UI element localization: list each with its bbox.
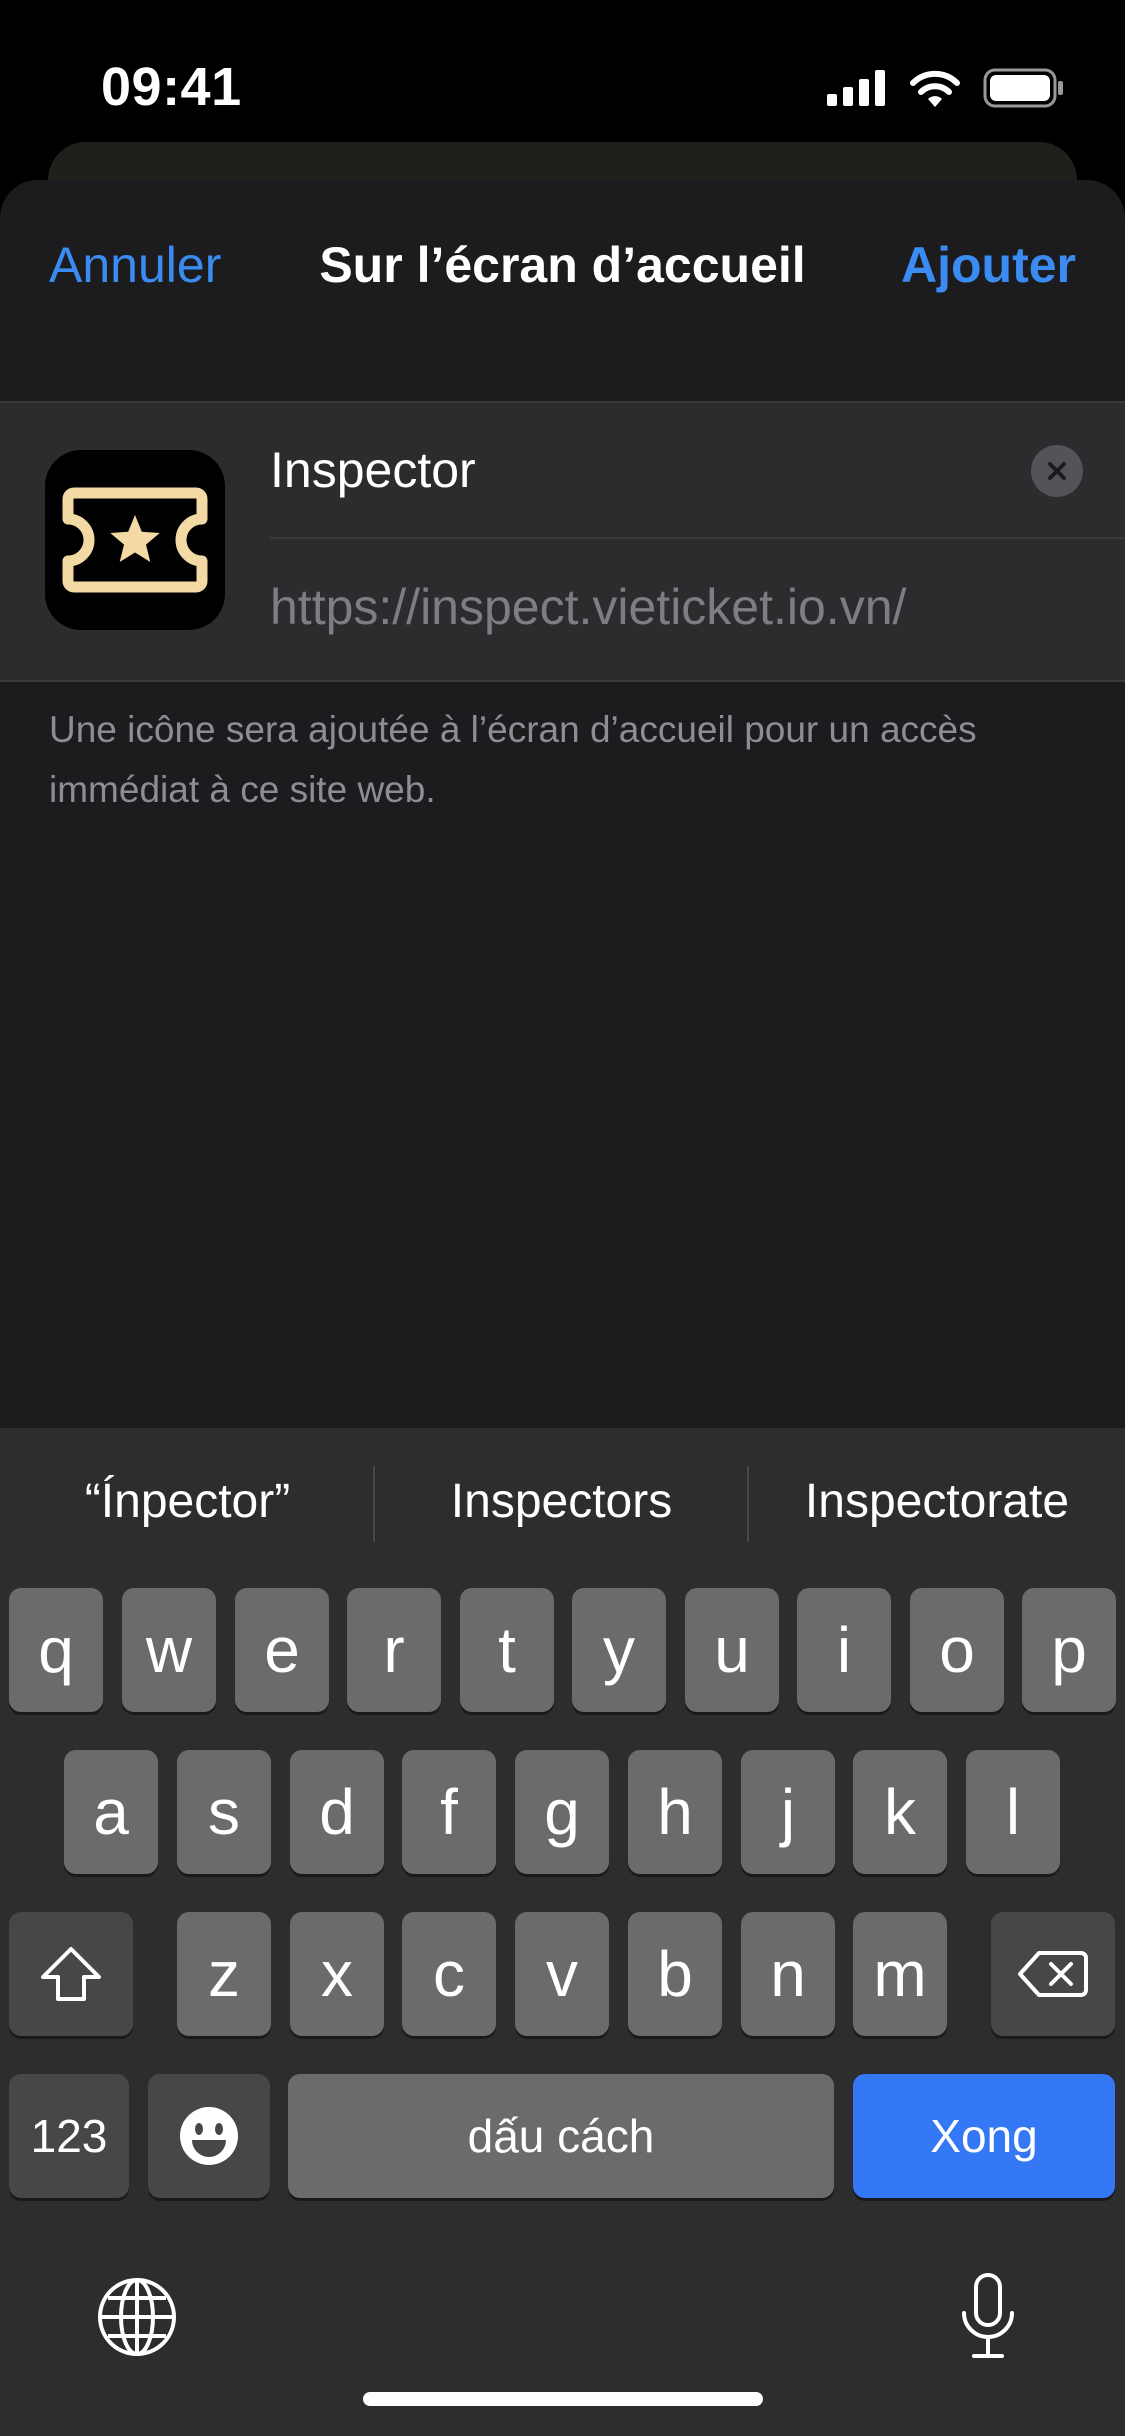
name-input-value: Inspector [270,442,476,498]
signal-icon [827,70,885,106]
suggestion-1[interactable]: “Ínpector” [20,1474,355,1534]
clear-icon [1048,462,1066,480]
key-z[interactable]: z [177,1912,271,2036]
key-u[interactable]: u [685,1588,779,1712]
add-button[interactable]: Ajouter [901,236,1076,294]
key-m[interactable]: m [853,1912,947,2036]
key-j[interactable]: j [741,1750,835,1874]
status-icons [827,66,1065,110]
key-y[interactable]: y [572,1588,666,1712]
battery-icon [983,68,1063,108]
numbers-key[interactable]: 123 [9,2074,129,2198]
delete-key[interactable] [991,1912,1115,2036]
site-url: https://inspect.vieticket.io.vn/ [270,579,907,635]
sheet-nav-bar: Annuler Sur l’écran d’accueil Ajouter [0,180,1125,400]
space-key[interactable]: dấu cách [288,2074,834,2198]
ticket-star-icon [62,487,208,593]
delete-icon [1018,1951,1088,1997]
key-w[interactable]: w [122,1588,216,1712]
key-p[interactable]: p [1022,1588,1116,1712]
microphone-icon[interactable] [956,2271,1020,2361]
predictive-bar: “Ínpector” Inspectors Inspectorate [0,1428,1125,1578]
name-input[interactable]: Inspector [270,403,1125,539]
key-q[interactable]: q [9,1588,103,1712]
suggestion-2[interactable]: Inspectors [393,1474,730,1534]
key-i[interactable]: i [797,1588,891,1712]
wifi-icon [910,70,960,107]
key-a[interactable]: a [64,1750,158,1874]
app-icon-preview [45,450,225,630]
key-n[interactable]: n [741,1912,835,2036]
emoji-key[interactable] [148,2074,270,2198]
key-r[interactable]: r [347,1588,441,1712]
status-time: 09:41 [101,57,242,117]
clear-button[interactable] [1031,445,1083,497]
key-b[interactable]: b [628,1912,722,2036]
key-c[interactable]: c [402,1912,496,2036]
key-h[interactable]: h [628,1750,722,1874]
home-indicator[interactable] [363,2392,763,2406]
key-l[interactable]: l [966,1750,1060,1874]
suggestion-divider [747,1466,749,1542]
key-s[interactable]: s [177,1750,271,1874]
emoji-icon [180,2107,238,2165]
suggestion-3[interactable]: Inspectorate [767,1474,1107,1534]
key-o[interactable]: o [910,1588,1004,1712]
key-x[interactable]: x [290,1912,384,2036]
bookmark-form: Inspector https://inspect.vieticket.io.v… [0,401,1125,682]
key-v[interactable]: v [515,1912,609,2036]
keyboard: “Ínpector” Inspectors Inspectorate q w e… [0,1428,1125,2436]
footnote-text: Une icône sera ajoutée à l’écran d’accue… [49,709,977,810]
key-k[interactable]: k [853,1750,947,1874]
shift-icon [41,1947,101,2001]
key-g[interactable]: g [515,1750,609,1874]
key-t[interactable]: t [460,1588,554,1712]
suggestion-divider [373,1466,375,1542]
key-f[interactable]: f [402,1750,496,1874]
key-d[interactable]: d [290,1750,384,1874]
done-key[interactable]: Xong [853,2074,1115,2198]
shift-key[interactable] [9,1912,133,2036]
status-bar: 09:41 [0,0,1125,150]
globe-icon[interactable] [96,2276,178,2358]
key-e[interactable]: e [235,1588,329,1712]
